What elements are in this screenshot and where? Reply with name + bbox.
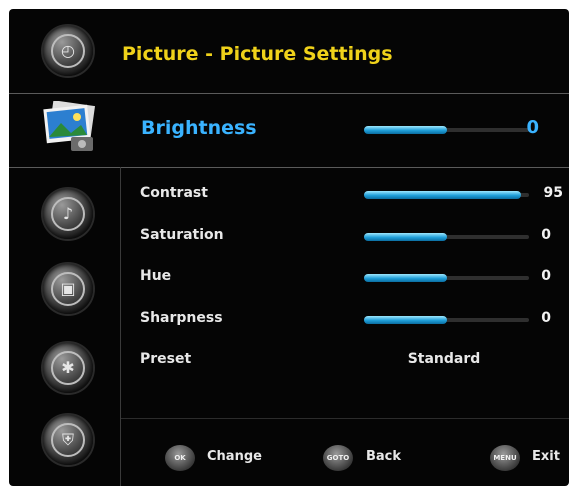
sharpness-slider[interactable] [364,316,529,324]
contrast-slider[interactable] [364,191,529,199]
brightness-value: 0 [526,117,539,138]
ok-button[interactable]: OK [165,445,195,471]
tv-menu-screen: ◴ ♪ ▣ ✱ ⛨ Picture - Picture Settings Bri… [9,9,569,486]
footer-divider [120,418,569,419]
goto-button-label: Back [366,449,402,464]
saturation-slider-fill [364,233,447,241]
sidebar: ◴ ♪ ▣ ✱ ⛨ [9,9,120,486]
hue-slider-fill [364,274,447,282]
header-divider [9,93,569,94]
contrast-label: Contrast [140,185,208,201]
sharpness-label: Sharpness [140,310,223,326]
saturation-label: Saturation [140,227,224,243]
audio-icon[interactable]: ♪ [43,189,93,239]
saturation-slider[interactable] [364,233,529,241]
menu-button[interactable]: MENU [490,445,520,471]
page-title: Picture - Picture Settings [122,43,393,65]
brightness-slider-fill [364,126,447,134]
contrast-value: 95 [543,185,563,201]
brightness-label: Brightness [141,117,257,139]
clock-icon[interactable]: ◴ [43,26,93,76]
lock-icon[interactable]: ⛨ [43,415,93,465]
ok-button-label: Change [207,449,262,464]
sidebar-divider [120,167,121,486]
selected-row-divider [9,167,569,168]
hue-value: 0 [541,268,551,284]
sharpness-slider-fill [364,316,447,324]
preset-value: Standard [407,351,481,367]
goto-button[interactable]: GOTO [323,445,353,471]
picture-icon[interactable] [41,100,101,155]
display-icon[interactable]: ▣ [43,264,93,314]
sharpness-value: 0 [541,310,551,326]
preset-label: Preset [140,351,192,367]
menu-button-label: Exit [532,449,560,464]
hue-slider[interactable] [364,274,529,282]
saturation-value: 0 [541,227,551,243]
hue-label: Hue [140,268,172,284]
contrast-slider-fill [364,191,521,199]
tools-icon[interactable]: ✱ [43,343,93,393]
